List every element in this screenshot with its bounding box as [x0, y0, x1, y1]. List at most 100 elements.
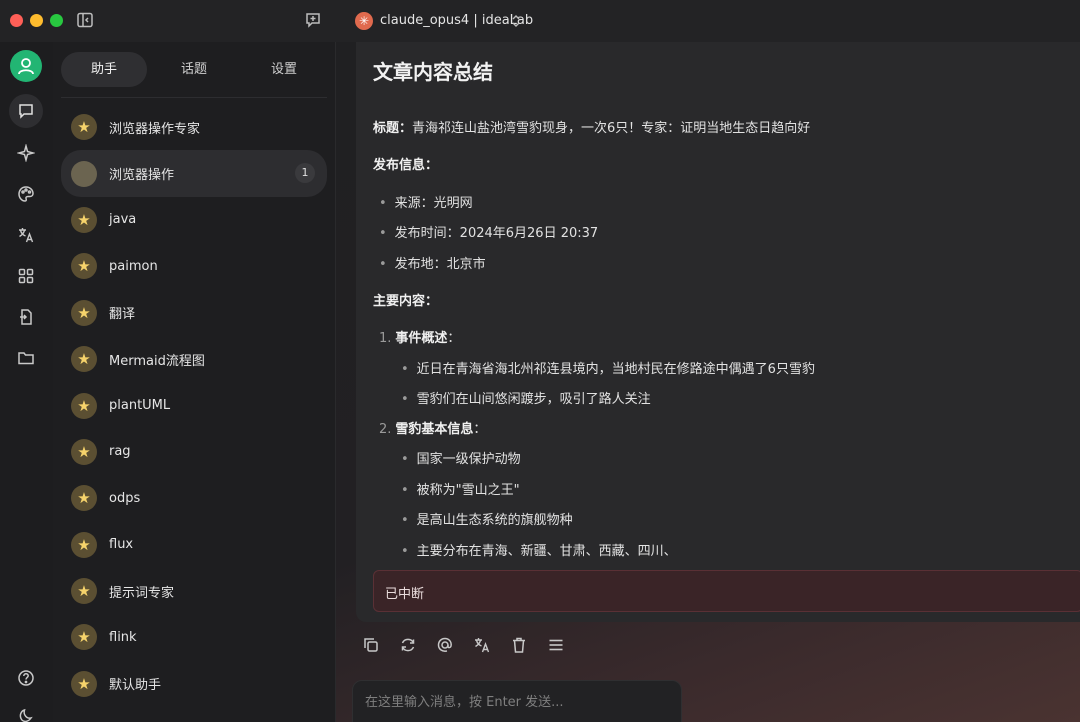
star-icon: ★ [71, 485, 97, 512]
title-bar: ✳ claude_opus4 | ideaLab [0, 0, 1080, 42]
assistant-label: 浏览器操作专家 [109, 121, 201, 137]
tab-topics[interactable]: 话题 [151, 52, 237, 87]
new-topic-icon[interactable] [304, 11, 322, 29]
star-icon: ★ [71, 531, 97, 558]
message-input[interactable] [352, 680, 682, 722]
list-item: • 发布时间：2024年6月26日 20:37 [379, 226, 599, 241]
list-item: • 国家一级保护动物 [401, 452, 521, 467]
assistant-label: java [109, 212, 137, 228]
publish-heading: 发布信息： [373, 158, 439, 173]
main-content-heading: 主要内容： [373, 294, 439, 309]
section-colon: ： [447, 331, 461, 346]
point-text: 近日在青海省海北州祁连县境内，当地村民在修路途中偶遇了6只雪豹 [416, 362, 815, 377]
point-text: 是高山生态系统的旗舰物种 [416, 513, 573, 528]
menu-icon[interactable] [547, 636, 567, 656]
delete-icon[interactable] [510, 636, 530, 656]
list-item[interactable]: ★ odps [61, 475, 327, 521]
list-item[interactable]: ★ rag [61, 429, 327, 475]
assistant-avatar-icon: ★ [71, 160, 97, 187]
sparkle-icon[interactable] [14, 141, 38, 165]
point-text: 主要分布在青海、新疆、甘肃、西藏、四川、 [416, 544, 677, 559]
list-item[interactable]: ★ java [61, 197, 327, 243]
assistant-label: odps [109, 490, 141, 506]
apps-grid-icon[interactable] [14, 264, 38, 288]
list-item[interactable]: ★ flink [61, 614, 327, 660]
list-item: • 发布地：北京市 [379, 257, 486, 272]
topic-count-badge: 1 [295, 163, 315, 184]
translate-icon[interactable] [14, 223, 38, 247]
star-icon: ★ [71, 253, 97, 280]
folder-icon[interactable] [14, 346, 38, 370]
assistant-label: flux [109, 537, 134, 553]
maximize-window-button[interactable] [50, 14, 63, 27]
star-icon: ★ [71, 624, 97, 651]
list-item[interactable]: ★ flux [61, 522, 327, 568]
star-icon: ★ [71, 114, 97, 141]
assistant-label: 浏览器操作 [109, 168, 175, 184]
point-text: 被称为"雪山之王" [416, 483, 520, 498]
publish-source: 来源：光明网 [394, 196, 473, 211]
list-item[interactable]: ★ 浏览器操作专家 [61, 104, 327, 150]
section-number: 1. [379, 331, 392, 346]
sidebar-toggle-icon[interactable] [76, 11, 94, 29]
point-text: 国家一级保护动物 [416, 452, 521, 467]
file-export-icon[interactable] [14, 305, 38, 329]
section-heading: 2. 雪豹基本信息： [379, 418, 486, 437]
regenerate-icon[interactable] [399, 636, 419, 656]
divider [61, 97, 327, 98]
list-item[interactable]: ★ Mermaid流程图 [61, 336, 327, 382]
publish-place: 发布地：北京市 [394, 257, 486, 272]
section-colon: ： [473, 422, 487, 437]
list-item[interactable]: ★ 默认助手 [61, 661, 327, 707]
copy-icon[interactable] [362, 636, 382, 656]
assistant-label: Mermaid流程图 [109, 353, 205, 369]
star-icon: ★ [71, 670, 97, 697]
list-item: • 主要分布在青海、新疆、甘肃、西藏、四川、 [401, 544, 677, 559]
assistant-label: plantUML [109, 398, 171, 414]
section-heading: 1. 事件概述： [379, 327, 460, 346]
close-window-button[interactable] [10, 14, 23, 27]
palette-icon[interactable] [14, 182, 38, 206]
theme-moon-icon[interactable] [14, 704, 38, 722]
section-title: 事件概述 [395, 331, 448, 346]
help-icon[interactable] [14, 666, 38, 690]
star-icon: ★ [71, 392, 97, 419]
assistant-message: 文章内容总结 标题：青海祁连山盐池湾雪豹现身，一次6只！专家：证明当地生态日趋向… [356, 42, 1080, 622]
model-logo-icon: ✳ [355, 12, 373, 30]
list-item[interactable]: ★ paimon [61, 243, 327, 289]
user-avatar[interactable] [10, 50, 42, 82]
panel-tabs: 助手 话题 设置 [61, 52, 327, 87]
headline-line: 标题：青海祁连山盐池湾雪豹现身，一次6只！专家：证明当地生态日趋向好 [373, 117, 810, 136]
list-item[interactable]: ★ 翻译 [61, 290, 327, 336]
list-item: • 近日在青海省海北州祁连县境内，当地村民在修路途中偶遇了6只雪豹 [401, 362, 815, 377]
translate-icon[interactable] [473, 636, 493, 656]
tab-settings[interactable]: 设置 [241, 52, 327, 87]
list-item[interactable]: ★ 提示词专家 [61, 568, 327, 614]
assistant-label: paimon [109, 258, 158, 274]
star-icon: ★ [71, 346, 97, 373]
chevron-updown-icon[interactable] [510, 13, 522, 29]
section-number: 2. [379, 422, 392, 437]
interrupted-notice: 已中断 [373, 570, 1080, 612]
assistant-list: ★ 浏览器操作专家 ★ 浏览器操作 1 ★ java ★ paimon ★ 翻译… [61, 104, 327, 707]
list-item[interactable]: ★ plantUML [61, 382, 327, 428]
mention-icon[interactable] [436, 636, 456, 656]
list-item[interactable]: ★ 浏览器操作 1 [61, 150, 327, 197]
list-item: • 来源：光明网 [379, 196, 473, 211]
star-icon: ★ [71, 206, 97, 233]
assistant-label: flink [109, 629, 137, 645]
minimize-window-button[interactable] [30, 14, 43, 27]
assistant-label: rag [109, 444, 131, 460]
tab-assistants[interactable]: 助手 [61, 52, 147, 87]
star-icon: ★ [71, 438, 97, 465]
point-text: 雪豹们在山间悠闲踱步，吸引了路人关注 [416, 392, 651, 407]
list-item: • 被称为"雪山之王" [401, 483, 520, 498]
star-icon: ★ [71, 299, 97, 326]
message-title: 文章内容总结 [373, 60, 493, 84]
assistant-label: 提示词专家 [109, 585, 175, 601]
list-item: • 是高山生态系统的旗舰物种 [401, 513, 573, 528]
chat-icon[interactable] [9, 94, 43, 128]
assistant-label: 默认助手 [109, 678, 162, 694]
interrupted-text: 已中断 [385, 587, 425, 602]
section-title: 雪豹基本信息 [395, 422, 474, 437]
